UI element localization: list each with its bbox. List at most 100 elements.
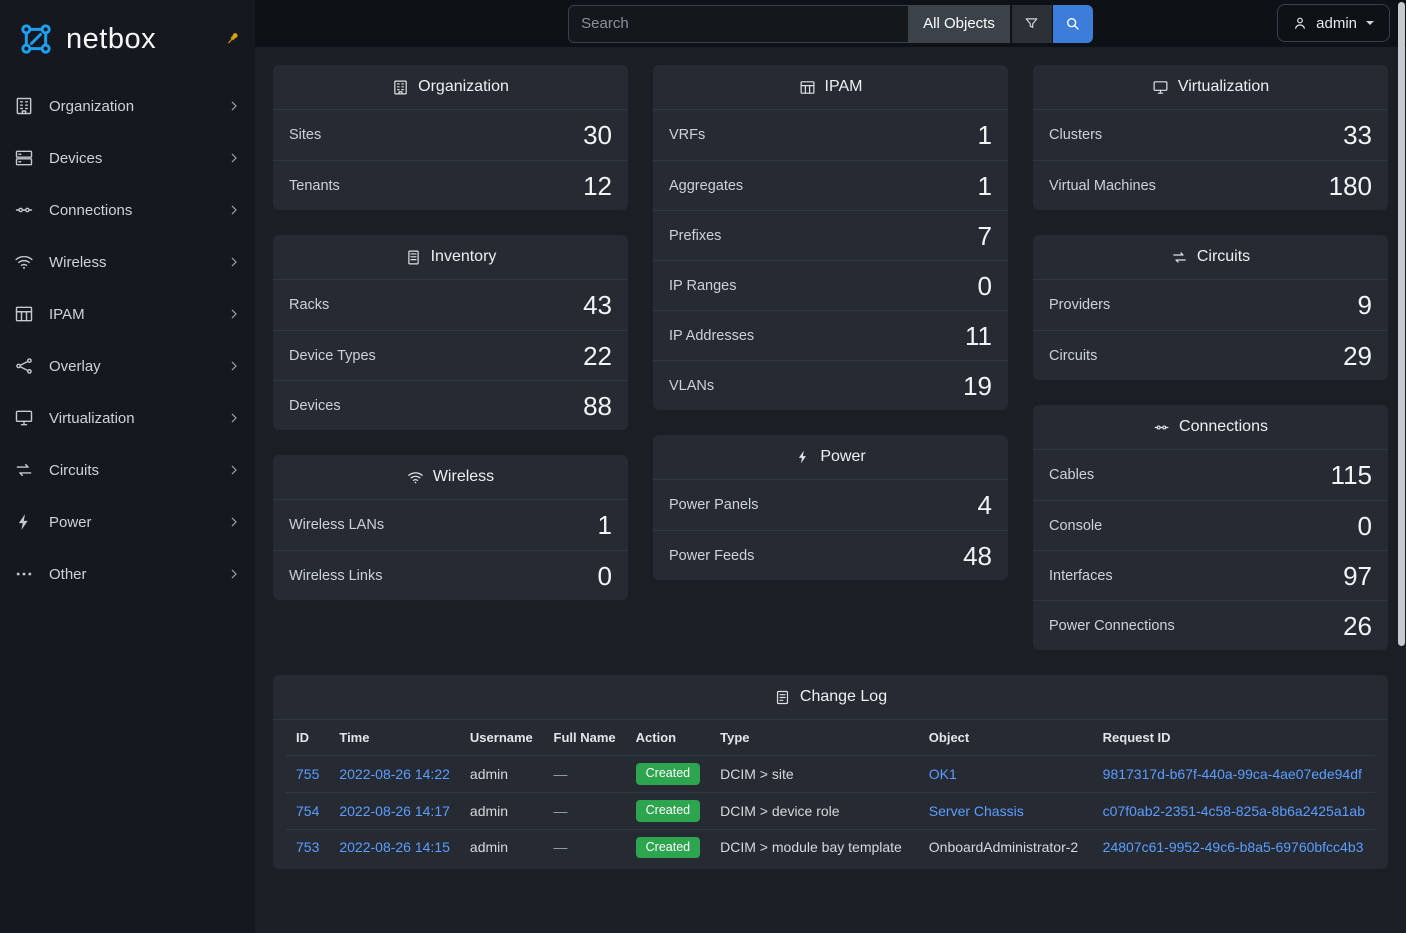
stat-value[interactable]: 1 xyxy=(598,512,612,538)
sidebar-item-power[interactable]: Power xyxy=(0,496,255,548)
user-menu-button[interactable]: admin xyxy=(1277,4,1390,42)
stat-value[interactable]: 19 xyxy=(963,373,992,399)
stat-value[interactable]: 11 xyxy=(965,323,992,349)
column-header-type[interactable]: Type xyxy=(710,720,919,756)
stat-value[interactable]: 22 xyxy=(583,343,612,369)
column-header-time[interactable]: Time xyxy=(329,720,460,756)
stat-label: Power Panels xyxy=(669,497,758,513)
pin-sidebar-icon[interactable] xyxy=(222,28,243,49)
stat-value[interactable]: 29 xyxy=(1343,343,1372,369)
change-request-id-link[interactable]: 24807c61-9952-49c6-b8a5-69760bfcc4b3 xyxy=(1103,839,1364,855)
change-id-link[interactable]: 754 xyxy=(296,803,319,819)
stat-value[interactable]: 12 xyxy=(583,173,612,199)
stat-row-vlans: VLANs 19 xyxy=(653,360,1008,410)
stat-label: Device Types xyxy=(289,348,376,364)
chevron-right-icon xyxy=(227,203,241,217)
status-badge: Created xyxy=(636,763,700,785)
card-title: Inventory xyxy=(431,248,497,266)
sidebar-item-connections[interactable]: Connections xyxy=(0,184,255,236)
change-request-id-link[interactable]: c07f0ab2-2351-4c58-825a-8b6a2425a1ab xyxy=(1103,803,1365,819)
transfer-arrows-icon xyxy=(1171,249,1188,266)
stat-value[interactable]: 9 xyxy=(1358,292,1372,318)
column-header-request-id[interactable]: Request ID xyxy=(1093,720,1375,756)
dots-icon xyxy=(14,564,36,584)
sidebar-item-overlay[interactable]: Overlay xyxy=(0,340,255,392)
change-id-link[interactable]: 755 xyxy=(296,766,319,782)
sidebar-item-ipam[interactable]: IPAM xyxy=(0,288,255,340)
stat-value[interactable]: 88 xyxy=(583,393,612,419)
search-group: All Objects xyxy=(568,5,1093,43)
stat-value[interactable]: 97 xyxy=(1343,563,1372,589)
change-username: admin xyxy=(470,803,508,819)
search-input[interactable] xyxy=(568,5,908,43)
stat-row-clusters: Clusters 33 xyxy=(1033,110,1388,160)
column-header-full-name[interactable]: Full Name xyxy=(544,720,626,756)
stat-value[interactable]: 180 xyxy=(1329,173,1372,199)
sidebar-item-virtualization[interactable]: Virtualization xyxy=(0,392,255,444)
card-title: Circuits xyxy=(1197,248,1250,266)
stat-label: IP Addresses xyxy=(669,328,754,344)
object-type-button[interactable]: All Objects xyxy=(908,5,1010,43)
sidebar-item-label: Power xyxy=(49,514,214,531)
stat-label: VLANs xyxy=(669,378,714,394)
filter-button[interactable] xyxy=(1012,5,1052,43)
card-title: Connections xyxy=(1179,418,1268,436)
change-username: admin xyxy=(470,766,508,782)
brand-header: netbox xyxy=(0,0,255,78)
stat-row-circuits: Circuits 29 xyxy=(1033,330,1388,380)
stat-value[interactable]: 0 xyxy=(598,563,612,589)
chevron-right-icon xyxy=(227,255,241,269)
change-time-link[interactable]: 2022-08-26 14:22 xyxy=(339,766,450,782)
building-icon xyxy=(14,96,36,116)
stat-value[interactable]: 1 xyxy=(978,122,992,148)
stat-value[interactable]: 7 xyxy=(978,223,992,249)
search-button[interactable] xyxy=(1053,5,1093,43)
change-time-link[interactable]: 2022-08-26 14:17 xyxy=(339,803,450,819)
sidebar-item-wireless[interactable]: Wireless xyxy=(0,236,255,288)
stat-label: Racks xyxy=(289,297,329,313)
table-row: 754 2022-08-26 14:17 admin — Created DCI… xyxy=(286,792,1375,829)
stat-row-devices: Devices 88 xyxy=(273,380,628,430)
stat-value[interactable]: 26 xyxy=(1343,613,1372,639)
column-header-username[interactable]: Username xyxy=(460,720,544,756)
wifi-icon xyxy=(407,469,424,486)
stat-value[interactable]: 115 xyxy=(1331,462,1372,488)
column-header-object[interactable]: Object xyxy=(919,720,1093,756)
sidebar-item-organization[interactable]: Organization xyxy=(0,80,255,132)
sidebar-item-other[interactable]: Other xyxy=(0,548,255,600)
stat-value[interactable]: 33 xyxy=(1343,122,1372,148)
monitor-icon xyxy=(14,408,36,428)
change-id-link[interactable]: 753 xyxy=(296,839,319,855)
stat-value[interactable]: 0 xyxy=(1358,513,1372,539)
stat-row-ip-ranges: IP Ranges 0 xyxy=(653,260,1008,310)
card-title: Wireless xyxy=(433,468,494,486)
netbox-dashboard: netbox Organization xyxy=(0,0,1406,933)
stat-label: Sites xyxy=(289,127,321,143)
sidebar-item-circuits[interactable]: Circuits xyxy=(0,444,255,496)
column-header-id[interactable]: ID xyxy=(286,720,329,756)
card-title: Power xyxy=(820,448,865,466)
sidebar-item-label: IPAM xyxy=(49,306,214,323)
stat-value[interactable]: 30 xyxy=(583,122,612,148)
change-object-link[interactable]: Server Chassis xyxy=(929,803,1024,819)
stat-value[interactable]: 0 xyxy=(978,273,992,299)
stat-row-cables: Cables 115 xyxy=(1033,450,1388,500)
stat-value[interactable]: 48 xyxy=(963,543,992,569)
inventory-icon xyxy=(405,249,422,266)
ipam-card: IPAM VRFs 1 Aggregates 1 Prefixes 7 xyxy=(653,65,1008,410)
change-object-link[interactable]: OK1 xyxy=(929,766,957,782)
sidebar-item-devices[interactable]: Devices xyxy=(0,132,255,184)
stat-value[interactable]: 43 xyxy=(583,292,612,318)
chevron-right-icon xyxy=(227,567,241,581)
status-badge: Created xyxy=(636,837,700,859)
column-header-action[interactable]: Action xyxy=(626,720,710,756)
vertical-scrollbar[interactable] xyxy=(1398,2,1405,646)
chevron-right-icon xyxy=(227,411,241,425)
change-type: DCIM > device role xyxy=(720,803,839,819)
change-time-link[interactable]: 2022-08-26 14:15 xyxy=(339,839,450,855)
stat-value[interactable]: 4 xyxy=(978,492,992,518)
stat-value[interactable]: 1 xyxy=(978,173,992,199)
change-request-id-link[interactable]: 9817317d-b67f-440a-99ca-4ae07ede94df xyxy=(1103,766,1362,782)
building-icon xyxy=(392,79,409,96)
stat-row-ip-addresses: IP Addresses 11 xyxy=(653,310,1008,360)
